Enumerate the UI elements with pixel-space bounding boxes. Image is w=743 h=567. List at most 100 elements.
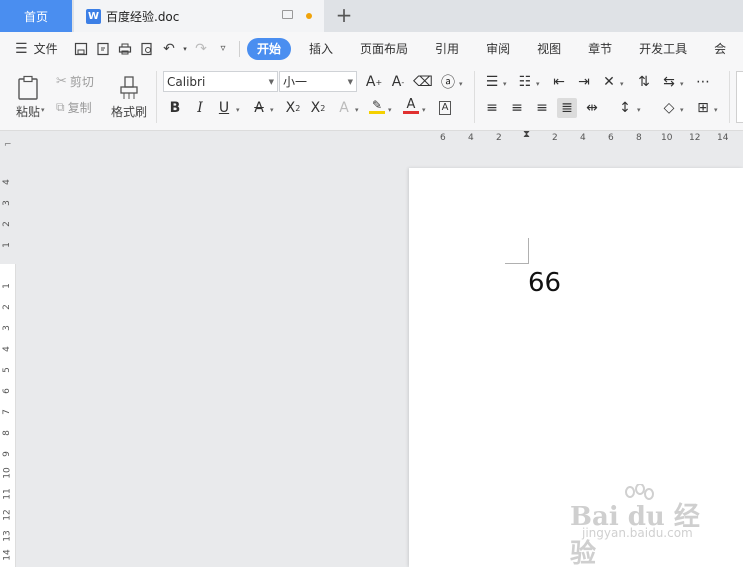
file-menu[interactable]: ☰ 文件 (0, 40, 70, 57)
tab-page-layout[interactable]: 页面布局 (351, 38, 417, 60)
menu-bar: ☰ 文件 ↶ ▾ ↷ ▿ 开始 插入 页面布局 引用 审阅 视图 章节 开发工具… (0, 32, 743, 65)
copy-label: 复制 (67, 100, 92, 115)
tab-document[interactable]: W 百度经验.doc (74, 0, 324, 32)
increase-font-size-icon[interactable]: A + (364, 72, 384, 92)
tab-developer[interactable]: 开发工具 (630, 38, 696, 60)
ruler-tick-label: 5 (1, 367, 12, 373)
tab-references[interactable]: 引用 (426, 38, 468, 60)
show-marks-icon[interactable]: ⋯ (693, 72, 713, 92)
align-center-icon[interactable]: ≡ (507, 98, 527, 118)
font-color-dropdown-icon[interactable]: ▾ (422, 106, 426, 114)
increase-indent-icon[interactable]: ⇥ (574, 72, 594, 92)
numbered-list-icon[interactable]: ☷ (515, 72, 535, 92)
ribbon-toolbar: 粘贴 ▾ ✂ 剪切 ⧉ 复制 格式刷 Calibri ▼ 小一 ▼ A + A- … (0, 65, 743, 131)
distributed-align-icon[interactable]: ⇹ (582, 98, 602, 118)
italic-icon[interactable]: I (190, 98, 210, 118)
text-direction-dropdown-icon[interactable]: ▾ (680, 80, 684, 88)
ruler-tick-label: 4 (1, 179, 12, 185)
ruler-tick-label: 1 (1, 283, 12, 289)
tab-member[interactable]: 会 (705, 38, 726, 60)
highlight-color-bar (369, 110, 385, 114)
save-icon[interactable] (70, 38, 92, 60)
tab-section[interactable]: 章节 (579, 38, 621, 60)
copy-button[interactable]: ⧉ 复制 (56, 98, 104, 116)
paste-button[interactable]: 粘贴 (8, 71, 48, 123)
tab-review[interactable]: 审阅 (477, 38, 519, 60)
border-dropdown-icon[interactable]: ▾ (714, 106, 718, 114)
bullet-dropdown-icon[interactable]: ▾ (503, 80, 507, 88)
redo-icon[interactable]: ↷ (190, 38, 212, 60)
strikethrough-dropdown-icon[interactable]: ▾ (270, 106, 274, 114)
tab-home[interactable]: 首页 (0, 0, 72, 32)
font-color-icon[interactable]: A (401, 96, 421, 116)
ruler-tick-label: 4 (580, 133, 586, 143)
font-size-select[interactable]: 小一 ▼ (279, 71, 357, 92)
tab-start[interactable]: 开始 (247, 37, 292, 60)
undo-icon[interactable]: ↶ (158, 38, 180, 60)
text-effect-dropdown-icon[interactable]: ▾ (355, 106, 359, 114)
bold-icon[interactable]: B (165, 98, 185, 118)
tab-insert[interactable]: 插入 (300, 38, 342, 60)
font-size-value: 小一 (283, 75, 308, 89)
tab-view[interactable]: 视图 (528, 38, 570, 60)
highlight-icon[interactable]: ✎ (367, 96, 387, 116)
align-left-icon[interactable]: ≡ (482, 98, 502, 118)
ruler-tick-label: 3 (1, 200, 12, 206)
chinese-layout-dropdown-icon[interactable]: ▾ (620, 80, 624, 88)
customize-dropdown-icon[interactable]: ▿ (212, 38, 234, 60)
styles-gallery-edge[interactable] (736, 71, 743, 123)
align-right-icon[interactable]: ≡ (532, 98, 552, 118)
vertical-ruler[interactable]: 4 3 2 1 1 2 3 4 5 6 7 8 9 10 11 12 13 14 (0, 168, 16, 567)
export-pdf-icon[interactable] (92, 38, 114, 60)
justify-icon[interactable]: ≣ (557, 98, 577, 118)
char-shading-icon[interactable]: A (435, 98, 455, 118)
group-separator (156, 71, 157, 123)
line-spacing-dropdown-icon[interactable]: ▾ (637, 106, 641, 114)
ruler-tick-label: 10 (2, 467, 13, 479)
new-tab-button[interactable]: + (332, 3, 356, 27)
font-color-letter: A (406, 97, 416, 112)
print-preview-icon[interactable] (136, 38, 158, 60)
word-doc-icon: W (86, 8, 101, 24)
numbered-dropdown-icon[interactable]: ▾ (536, 80, 540, 88)
ruler-tick-label: 4 (468, 133, 474, 143)
phonetic-guide-icon[interactable]: ⓐ (438, 72, 458, 92)
paste-dropdown-icon[interactable]: ▾ (41, 106, 45, 114)
border-icon[interactable]: ⊞ (693, 98, 713, 118)
ruler-tick-label: 8 (636, 133, 642, 143)
phonetic-dropdown-icon[interactable]: ▾ (459, 80, 463, 88)
ruler-tick-label: 13 (2, 530, 13, 542)
highlight-dropdown-icon[interactable]: ▾ (388, 106, 392, 114)
shading-dropdown-icon[interactable]: ▾ (680, 106, 684, 114)
underline-dropdown-icon[interactable]: ▾ (236, 106, 240, 114)
font-name-value: Calibri (167, 74, 206, 89)
paste-label: 粘贴 (15, 104, 40, 119)
ruler-corner-icon[interactable]: ⌐ (4, 140, 12, 150)
superscript-icon[interactable]: X2 (283, 98, 303, 118)
format-painter-button[interactable]: 格式刷 (108, 71, 150, 123)
ruler-tick-label: 9 (1, 451, 12, 457)
text-direction-icon[interactable]: ⇆ (659, 72, 679, 92)
indent-marker-icon[interactable]: ⧗ (523, 130, 530, 140)
tab-document-title: 百度经验.doc (106, 9, 180, 24)
decrease-font-size-icon[interactable]: A- (388, 72, 408, 92)
strikethrough-icon[interactable]: A (249, 98, 269, 118)
monitor-icon[interactable] (282, 10, 293, 19)
chinese-layout-icon[interactable]: ✕ (599, 72, 619, 92)
subscript-icon[interactable]: X2 (308, 98, 328, 118)
eraser-icon[interactable]: ⌫ (413, 72, 433, 92)
shading-icon[interactable]: ◇ (659, 98, 679, 118)
sort-icon[interactable]: ⇅ (634, 72, 654, 92)
text-effect-icon[interactable]: A (334, 98, 354, 118)
underline-icon[interactable]: U (214, 98, 234, 118)
decrease-indent-icon[interactable]: ⇤ (549, 72, 569, 92)
undo-dropdown-icon[interactable]: ▾ (180, 38, 190, 60)
print-icon[interactable] (114, 38, 136, 60)
ruler-tick-label: 7 (1, 409, 12, 415)
bullet-list-icon[interactable]: ☰ (482, 72, 502, 92)
line-spacing-icon[interactable]: ↕ (615, 98, 635, 118)
horizontal-ruler[interactable]: 6 4 2 ⧗ 2 4 6 8 10 12 14 (409, 130, 743, 147)
font-name-select[interactable]: Calibri ▼ (163, 71, 278, 92)
document-text[interactable]: 66 (528, 268, 561, 298)
cut-button[interactable]: ✂ 剪切 (56, 72, 104, 90)
